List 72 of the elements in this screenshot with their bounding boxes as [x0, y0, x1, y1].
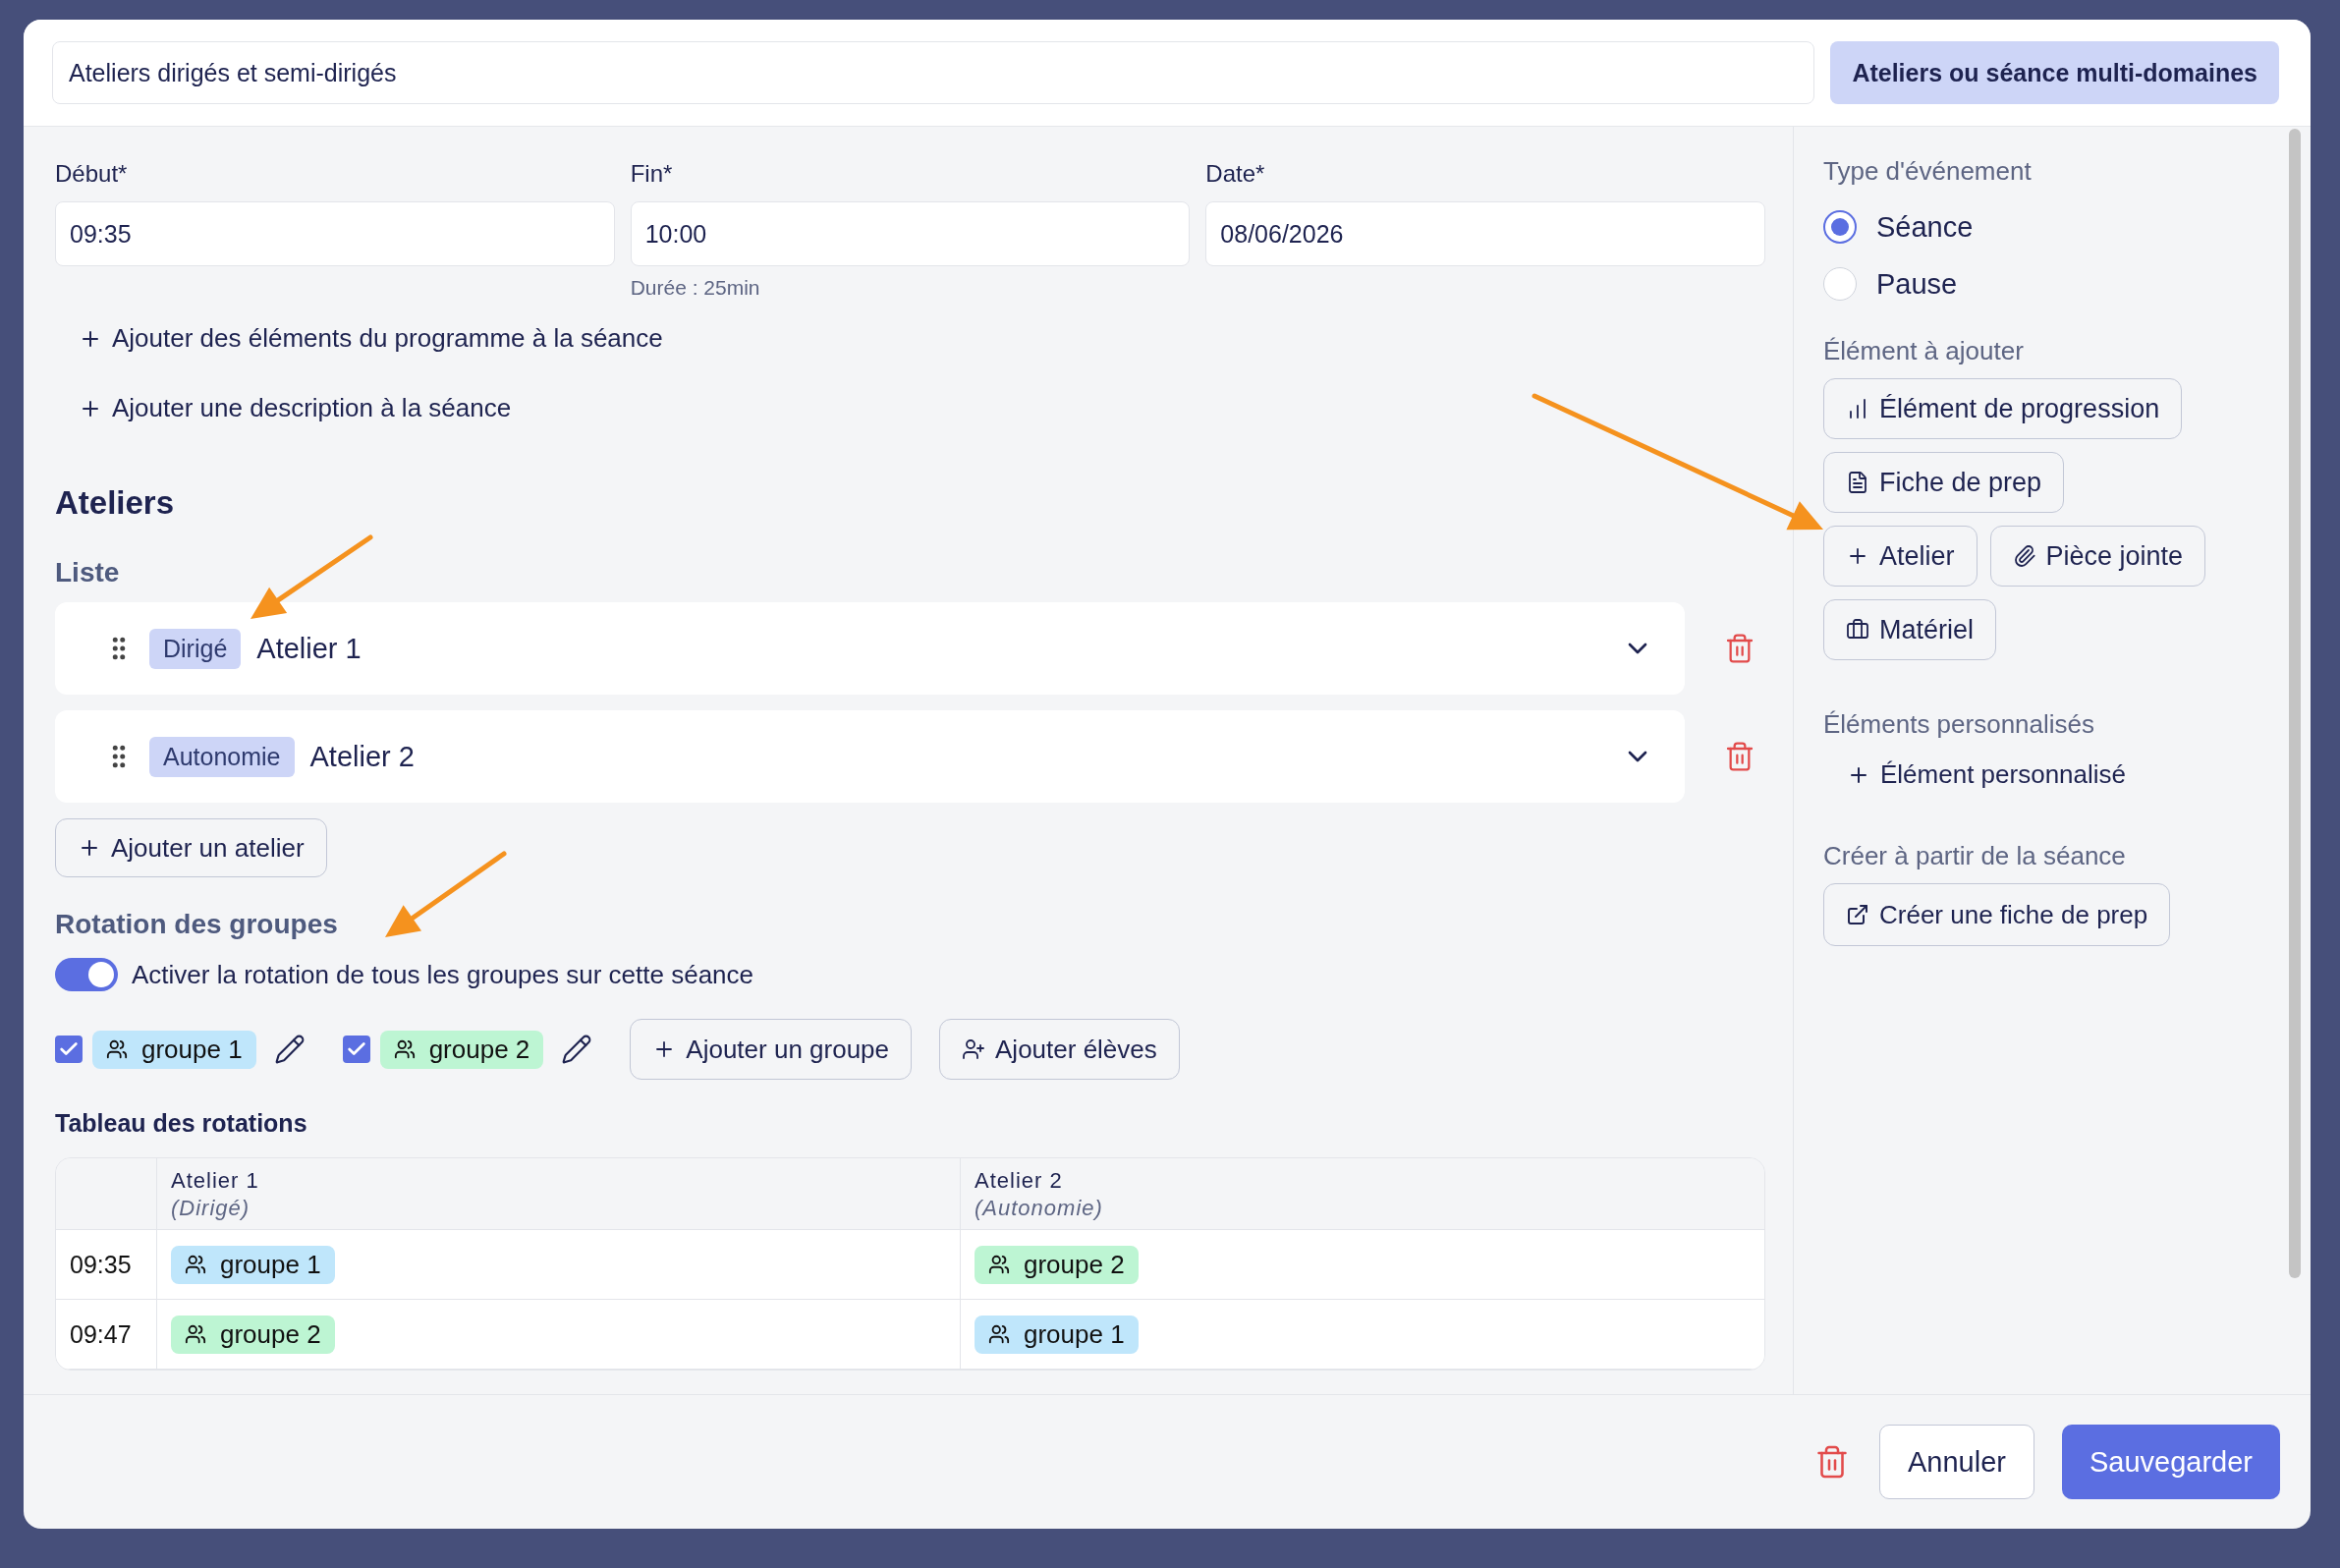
users-icon	[393, 1038, 416, 1060]
group-action-button[interactable]: Ajouter élèves	[939, 1019, 1180, 1080]
time-cell: 09:35	[70, 1250, 132, 1279]
group-tag: groupe 2	[171, 1315, 335, 1354]
field-label: Début*	[55, 160, 129, 188]
document-icon	[1846, 471, 1869, 494]
scrollbar[interactable]	[2289, 129, 2301, 1278]
group-action-button[interactable]: Ajouter un groupe	[630, 1019, 913, 1080]
side-label: Créer à partir de la séance	[1823, 841, 2127, 871]
radio-option[interactable]: Pause	[1823, 255, 2285, 312]
edit-button[interactable]	[561, 1034, 593, 1065]
create-prep-button[interactable]: Créer une fiche de prep	[1823, 883, 2171, 946]
delete-button[interactable]	[1724, 741, 1755, 772]
group-tag: groupe 2	[975, 1245, 1139, 1284]
column-header: Atelier 1	[171, 1168, 260, 1194]
delete-button[interactable]	[1724, 633, 1755, 664]
time-cell: 09:47	[70, 1319, 132, 1349]
duration-hint: Durée : 25min	[630, 276, 761, 300]
side-label: Éléments personnalisés	[1823, 709, 2096, 740]
side-label: Type d'événement	[1823, 156, 2033, 187]
column-subtitle: (Autonomie)	[975, 1196, 1104, 1221]
radio-dot[interactable]	[1823, 210, 1857, 244]
add-element-button[interactable]: Élément de progression	[1823, 378, 2183, 439]
external-link-icon	[1846, 903, 1869, 926]
section-title: Ateliers	[55, 484, 176, 522]
group-checkbox[interactable]	[55, 1036, 83, 1063]
column-header: Atelier 2	[975, 1168, 1064, 1194]
briefcase-icon	[1846, 618, 1869, 642]
atelier-name: Atelier 1	[256, 632, 362, 665]
time-field[interactable]: 10:00	[630, 201, 1191, 266]
time-field[interactable]: 09:35	[55, 201, 615, 266]
group-tag: groupe 2	[379, 1030, 544, 1069]
add-element-button[interactable]: Matériel	[1823, 599, 1997, 660]
table-title: Tableau des rotations	[55, 1109, 308, 1138]
list-label: Liste	[55, 557, 121, 588]
users-icon	[185, 1323, 206, 1345]
paperclip-icon	[2012, 544, 2036, 568]
atelier-name: Atelier 2	[309, 740, 416, 773]
toggle-label: Activer la rotation de tous les groupes sur cette séance	[132, 959, 753, 990]
time-field[interactable]: 08/06/2026	[1205, 201, 1765, 266]
users-icon	[185, 1254, 206, 1275]
multi-domain-button[interactable]: Ateliers ou séance multi-domaines	[1830, 41, 2279, 104]
add-element-button[interactable]: Pièce jointe	[1989, 526, 2206, 587]
add-link[interactable]: Ajouter des éléments du programme à la séance	[79, 323, 663, 354]
group-tag: groupe 1	[171, 1245, 335, 1284]
save-button[interactable]: Sauvegarder	[2061, 1425, 2280, 1499]
add-custom-button[interactable]: Élément personnalisé	[1847, 759, 2127, 790]
atelier-row[interactable]: Autonomie Atelier 2	[55, 710, 1685, 803]
add-atelier-button[interactable]: Ajouter un atelier	[55, 818, 327, 877]
title-field[interactable]: Ateliers dirigés et semi-dirigés	[52, 41, 1815, 104]
column-subtitle: (Dirigé)	[171, 1196, 251, 1221]
radio-option[interactable]: Séance	[1823, 198, 2285, 255]
add-element-button[interactable]: Atelier	[1823, 526, 1978, 587]
users-icon	[106, 1038, 128, 1060]
field-label: Date*	[1205, 160, 1266, 188]
add-element-button[interactable]: Fiche de prep	[1823, 452, 2065, 513]
group-tag: groupe 1	[975, 1315, 1139, 1354]
users-icon	[988, 1323, 1010, 1345]
rotation-toggle[interactable]	[55, 958, 118, 991]
side-label: Élément à ajouter	[1823, 336, 2025, 366]
field-label: Fin*	[630, 160, 674, 188]
add-link[interactable]: Ajouter une description à la séance	[79, 393, 512, 423]
cancel-button[interactable]: Annuler	[1878, 1425, 2034, 1499]
atelier-tag: Dirigé	[149, 628, 242, 669]
section-subtitle: Rotation des groupes	[55, 909, 339, 940]
group-checkbox[interactable]	[342, 1036, 370, 1063]
user-plus-icon	[962, 1037, 986, 1061]
group-tag: groupe 1	[92, 1030, 256, 1069]
users-icon	[988, 1254, 1010, 1275]
atelier-tag: Autonomie	[149, 736, 295, 777]
edit-button[interactable]	[273, 1034, 306, 1065]
atelier-row[interactable]: Dirigé Atelier 1	[55, 602, 1685, 695]
